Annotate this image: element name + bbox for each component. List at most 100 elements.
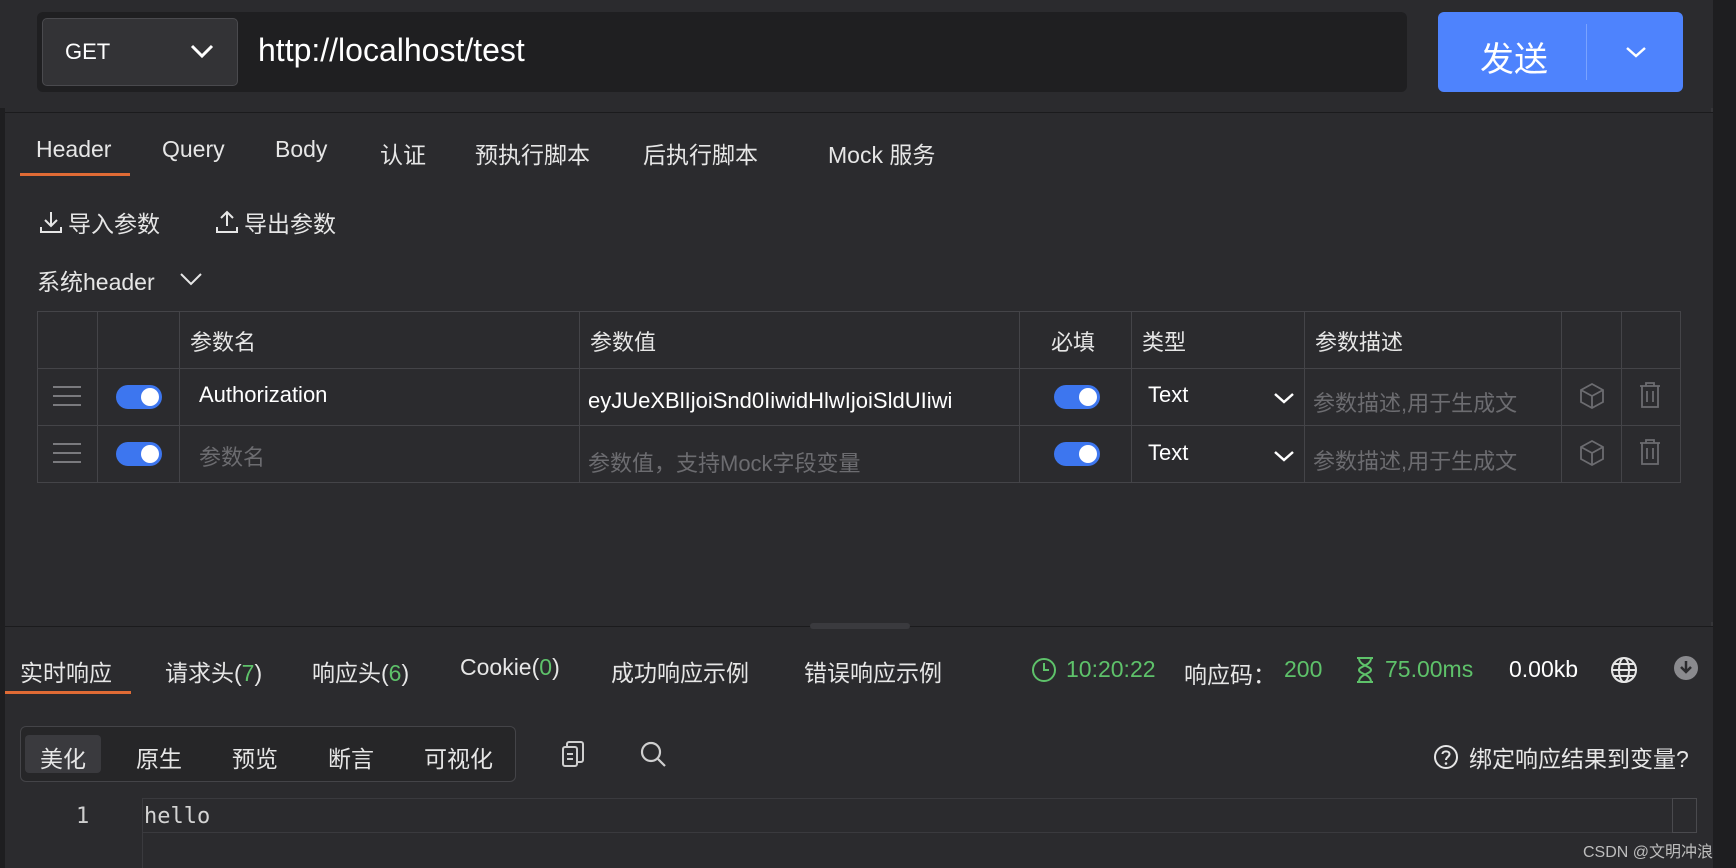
tab-success-example[interactable]: 成功响应示例 <box>611 654 749 688</box>
editor-line-separator <box>142 832 1697 833</box>
globe-icon[interactable] <box>1610 656 1638 684</box>
trash-icon[interactable] <box>1638 438 1662 466</box>
cube-icon[interactable] <box>1579 439 1605 467</box>
header-param-value: 参数值 <box>590 330 657 355</box>
active-tab-underline <box>20 173 130 176</box>
view-mode-group: 美化 原生 预览 断言 可视化 <box>20 726 516 782</box>
row-divider <box>38 425 1680 426</box>
view-visualize-button[interactable]: 可视化 <box>424 735 493 773</box>
url-input[interactable]: http://localhost/test <box>258 32 525 69</box>
system-header-toggle[interactable]: 系统header <box>37 263 155 297</box>
line-number: 1 <box>76 804 90 829</box>
method-select[interactable]: GET <box>42 18 238 86</box>
tab-auth[interactable]: 认证 <box>380 136 426 170</box>
col-divider <box>579 312 580 482</box>
header-required: 必填 <box>1051 330 1096 355</box>
editor-scrollbar[interactable] <box>1672 798 1697 833</box>
bind-response-label: 绑定响应结果到变量? <box>1469 746 1689 772</box>
col-divider <box>1131 312 1132 482</box>
watermark: CSDN @文明冲浪 <box>1583 844 1714 861</box>
param-desc-input[interactable]: 参数描述,用于生成文 <box>1313 444 1517 476</box>
type-select[interactable]: Text <box>1148 440 1188 466</box>
enabled-toggle[interactable] <box>116 442 162 466</box>
export-params-label: 导出参数 <box>244 211 336 237</box>
copy-icon[interactable] <box>560 740 586 768</box>
param-name-input[interactable]: Authorization <box>199 382 327 408</box>
import-params-label: 导入参数 <box>68 211 160 237</box>
cube-icon[interactable] <box>1579 382 1605 410</box>
clock-icon <box>1032 658 1056 682</box>
resp-headers-count: 6 <box>388 660 402 686</box>
tab-response-headers[interactable]: 响应头(6) <box>312 654 409 688</box>
col-divider <box>1561 312 1562 482</box>
required-toggle[interactable] <box>1054 385 1100 409</box>
col-divider <box>97 312 98 482</box>
header-type: 类型 <box>1142 330 1187 355</box>
response-size: 0.00kb <box>1509 656 1579 682</box>
col-divider <box>1019 312 1020 482</box>
req-headers-count: 7 <box>241 660 255 686</box>
paren: ) <box>401 660 410 686</box>
param-name-input[interactable]: 参数名 <box>199 440 265 472</box>
col-divider <box>1304 312 1305 482</box>
question-circle-icon <box>1434 745 1458 769</box>
required-toggle[interactable] <box>1054 442 1100 466</box>
view-assert-button[interactable]: 断言 <box>328 735 374 773</box>
response-time: 10:20:22 <box>1066 656 1156 682</box>
bind-response-variable[interactable]: 绑定响应结果到变量? <box>1433 740 1689 774</box>
tab-cookie[interactable]: Cookie(0) <box>460 654 560 681</box>
tab-request-headers[interactable]: 请求头(7) <box>165 654 262 688</box>
chevron-down-icon[interactable] <box>1273 391 1295 405</box>
params-table: 参数名 参数值 必填 类型 参数描述 Authorization eyJUeXB… <box>37 311 1681 483</box>
resp-headers-label: 响应头( <box>312 660 389 686</box>
req-headers-label: 请求头( <box>165 660 242 686</box>
tab-query[interactable]: Query <box>162 136 225 163</box>
chevron-down-icon <box>190 44 214 59</box>
chevron-down-icon[interactable] <box>1273 449 1295 463</box>
col-divider <box>179 312 180 482</box>
paren: ) <box>254 660 263 686</box>
tab-header[interactable]: Header <box>36 136 111 163</box>
download-circle-icon[interactable] <box>1673 655 1699 681</box>
cookie-label: Cookie( <box>460 654 540 680</box>
view-pretty-button[interactable]: 美化 <box>25 735 101 773</box>
header-param-name: 参数名 <box>190 330 257 355</box>
right-scroll-gutter <box>1713 0 1736 868</box>
response-duration: 75.00ms <box>1385 656 1474 682</box>
method-label: GET <box>65 39 111 64</box>
view-preview-button[interactable]: 预览 <box>232 735 278 773</box>
type-select[interactable]: Text <box>1148 382 1188 408</box>
active-response-tab-underline <box>5 691 131 694</box>
response-editor[interactable] <box>142 798 1697 868</box>
tab-realtime-response[interactable]: 实时响应 <box>20 654 112 688</box>
paren: ) <box>552 654 560 680</box>
tab-post-script[interactable]: 后执行脚本 <box>643 136 758 170</box>
param-value-input[interactable]: 参数值，支持Mock字段变量 <box>588 446 861 478</box>
enabled-toggle[interactable] <box>116 385 162 409</box>
chevron-down-icon[interactable] <box>178 270 204 288</box>
chevron-down-icon[interactable] <box>1623 42 1649 62</box>
tab-body[interactable]: Body <box>275 136 327 163</box>
send-divider <box>1586 24 1587 80</box>
panel-resizer[interactable] <box>810 623 910 629</box>
drag-handle-icon[interactable] <box>52 385 82 407</box>
cookie-count: 0 <box>539 654 553 680</box>
param-value-input[interactable]: eyJUeXBlIjoiSnd0IiwidHlwIjoiSldUIiwi <box>588 388 952 414</box>
send-button[interactable]: 发送 <box>1438 12 1683 92</box>
header-description: 参数描述 <box>1315 330 1404 355</box>
search-icon[interactable] <box>639 740 667 768</box>
send-label: 发送 <box>1480 41 1548 79</box>
export-params-button[interactable]: 导出参数 <box>214 205 336 239</box>
tab-mock[interactable]: Mock 服务 <box>828 136 935 170</box>
param-desc-input[interactable]: 参数描述,用于生成文 <box>1313 386 1517 418</box>
row-divider <box>38 368 1680 369</box>
url-box <box>37 12 1407 92</box>
view-raw-button[interactable]: 原生 <box>136 735 182 773</box>
tab-pre-script[interactable]: 预执行脚本 <box>475 136 590 170</box>
drag-handle-icon[interactable] <box>52 442 82 464</box>
col-divider <box>1621 312 1622 482</box>
tab-error-example[interactable]: 错误响应示例 <box>804 654 942 688</box>
response-body: hello <box>144 804 211 829</box>
import-params-button[interactable]: 导入参数 <box>38 205 160 239</box>
trash-icon[interactable] <box>1638 381 1662 409</box>
